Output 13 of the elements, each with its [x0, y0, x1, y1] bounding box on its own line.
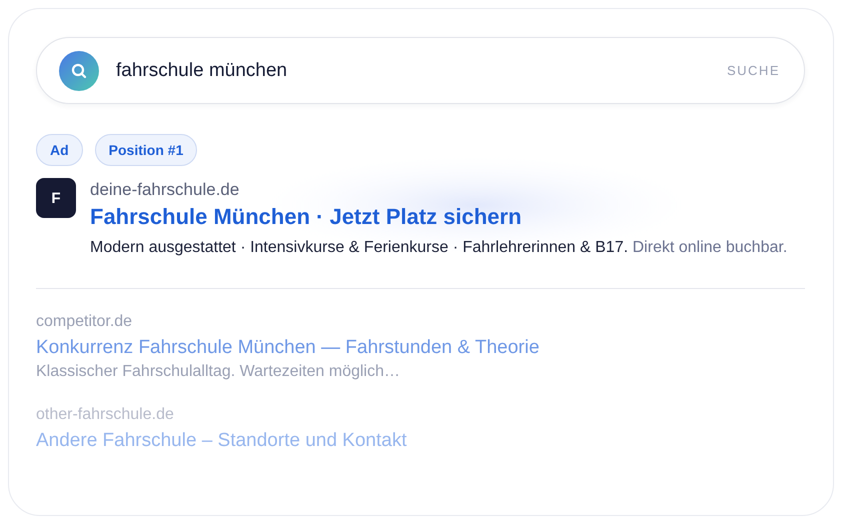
result-title-link[interactable]: Konkurrenz Fahrschule München — Fahrstunden & Theorie — [36, 337, 805, 359]
ad-title-link[interactable]: Fahrschule München · Jetzt Platz sichern — [90, 204, 788, 230]
ad-badge: Position #1 — [94, 134, 198, 166]
site-favicon: F — [36, 178, 76, 218]
result-domain: other-fahrschule.de — [36, 406, 175, 424]
result-domain: competitor.de — [36, 313, 134, 331]
search-icon — [59, 50, 99, 90]
result-description: Klassischer Fahrschulalltag. Wartezeiten möglich… — [36, 362, 401, 382]
ad-description: Modern ausgestattet · Intensivkurse & Ferienkurse · Fahrlehrerinnen & B17. Direkt online buchbar. — [90, 238, 788, 258]
search-input[interactable]: fahrschule münchen — [116, 60, 727, 82]
search-bar[interactable]: fahrschule münchen SUCHE — [36, 37, 805, 104]
ad-badge: Ad — [36, 134, 83, 166]
ad-domain: deine-fahrschule.de — [90, 180, 240, 200]
